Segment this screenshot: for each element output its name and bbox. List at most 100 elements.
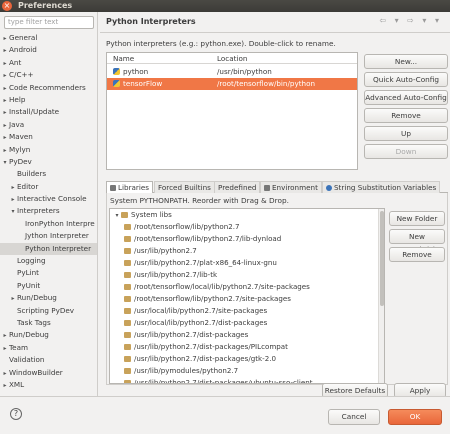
sidebar-item[interactable]: ▸ Interactive Console bbox=[0, 193, 97, 205]
row-name: tensorFlow bbox=[113, 78, 162, 90]
collapsed-twisty-icon[interactable]: ▸ bbox=[9, 293, 17, 304]
collapsed-twisty-icon[interactable]: ▸ bbox=[1, 58, 9, 69]
title-bar: × Preferences bbox=[0, 0, 450, 12]
collapsed-twisty-icon[interactable]: ▸ bbox=[1, 70, 9, 81]
tab-forced-builtins[interactable]: Forced Builtins bbox=[154, 181, 215, 193]
sidebar-item[interactable]: ▸ Maven bbox=[0, 131, 97, 143]
collapsed-twisty-icon[interactable]: ▸ bbox=[1, 145, 9, 156]
down-button[interactable]: Down bbox=[364, 144, 448, 159]
collapsed-twisty-icon[interactable]: ▸ bbox=[1, 368, 9, 379]
folder-icon bbox=[124, 260, 131, 266]
library-path[interactable]: /usr/lib/python2.7 bbox=[110, 245, 384, 257]
navigation-arrows-icon[interactable]: ⇦ ▾ ⇨ ▾ ▾ bbox=[379, 16, 442, 25]
sidebar-item[interactable]: Scripting PyDev bbox=[0, 305, 97, 317]
collapsed-twisty-icon[interactable]: ▸ bbox=[1, 330, 9, 341]
sidebar-item[interactable]: ▾ Interpreters bbox=[0, 205, 97, 217]
collapsed-twisty-icon[interactable]: ▸ bbox=[1, 95, 9, 106]
remove-interpreter-button[interactable]: Remove bbox=[364, 108, 448, 123]
collapsed-twisty-icon[interactable]: ▸ bbox=[1, 107, 9, 118]
table-row[interactable]: python /usr/bin/python bbox=[107, 66, 357, 78]
up-button[interactable]: Up bbox=[364, 126, 448, 141]
sidebar-item[interactable]: ▸ Editor bbox=[0, 181, 97, 193]
collapsed-twisty-icon[interactable]: ▸ bbox=[1, 83, 9, 94]
library-path[interactable]: /usr/local/lib/python2.7/site-packages bbox=[110, 305, 384, 317]
scrollbar-thumb[interactable] bbox=[380, 211, 384, 306]
remove-library-button[interactable]: Remove bbox=[389, 247, 445, 262]
sidebar-item[interactable]: ▸ Install/Update bbox=[0, 106, 97, 118]
sidebar-item[interactable]: ▸ Java bbox=[0, 119, 97, 131]
quick-auto-config-button[interactable]: Quick Auto-Config bbox=[364, 72, 448, 87]
expanded-twisty-icon[interactable]: ▾ bbox=[9, 206, 17, 217]
ok-button[interactable]: OK bbox=[388, 409, 442, 425]
library-path[interactable]: /root/tensorflow/local/lib/python2.7/sit… bbox=[110, 281, 384, 293]
sidebar-item[interactable]: Logging bbox=[0, 255, 97, 267]
library-path[interactable]: /usr/lib/python2.7/plat-x86_64-linux-gnu bbox=[110, 257, 384, 269]
sidebar-item[interactable]: Task Tags bbox=[0, 317, 97, 329]
tab-string-substitution[interactable]: String Substitution Variables bbox=[322, 181, 441, 193]
library-path[interactable]: /root/tensorflow/lib/python2.7/lib-dynlo… bbox=[110, 233, 384, 245]
library-path[interactable]: /usr/lib/python2.7/lib-tk bbox=[110, 269, 384, 281]
collapsed-twisty-icon[interactable]: ▸ bbox=[1, 45, 9, 56]
sidebar-item[interactable]: ▸ Team bbox=[0, 342, 97, 354]
sidebar-item-label: Run/Debug bbox=[9, 330, 49, 340]
sidebar-item-label: Ant bbox=[9, 57, 22, 67]
libraries-tree[interactable]: ▾ System libs/root/tensorflow/lib/python2… bbox=[109, 208, 385, 384]
library-path[interactable]: /usr/local/lib/python2.7/dist-packages bbox=[110, 317, 384, 329]
collapsed-twisty-icon[interactable]: ▸ bbox=[1, 120, 9, 131]
sidebar-item[interactable]: Jython Interpreter bbox=[0, 230, 97, 242]
close-icon[interactable]: × bbox=[2, 1, 12, 11]
collapsed-twisty-icon[interactable]: ▸ bbox=[1, 380, 9, 391]
advanced-auto-config-button[interactable]: Advanced Auto-Config bbox=[364, 90, 448, 105]
expanded-twisty-icon[interactable]: ▾ bbox=[1, 157, 9, 168]
library-path[interactable]: /usr/lib/python2.7/dist-packages/PILcomp… bbox=[110, 341, 384, 353]
preference-page: Python Interpreters ⇦ ▾ ⇨ ▾ ▾ Python int… bbox=[100, 12, 450, 398]
help-icon[interactable]: ? bbox=[10, 408, 22, 420]
sidebar-item[interactable]: ▸ Code Recommenders bbox=[0, 82, 97, 94]
sidebar-item[interactable]: ▾ PyDev bbox=[0, 156, 97, 168]
new-button[interactable]: New... bbox=[364, 54, 448, 69]
sidebar-item[interactable]: ▸ General bbox=[0, 32, 97, 44]
tab-libraries[interactable]: Libraries bbox=[106, 181, 154, 193]
collapsed-twisty-icon[interactable]: ▸ bbox=[1, 343, 9, 354]
sidebar-item[interactable]: Validation bbox=[0, 354, 97, 366]
collapsed-twisty-icon[interactable]: ▸ bbox=[1, 33, 9, 44]
dialog-footer: ? Cancel OK bbox=[0, 396, 450, 434]
library-path[interactable]: /root/tensorflow/lib/python2.7 bbox=[110, 221, 384, 233]
filter-input[interactable]: type filter text bbox=[4, 16, 94, 29]
sidebar-item[interactable]: ▸ Run/Debug bbox=[0, 329, 97, 341]
sidebar-item[interactable]: ▸ Android bbox=[0, 44, 97, 56]
system-libs-node[interactable]: ▾ System libs bbox=[110, 209, 384, 221]
expanded-twisty-icon[interactable]: ▾ bbox=[113, 210, 121, 222]
sidebar-item[interactable]: ▸ Mylyn bbox=[0, 144, 97, 156]
collapsed-twisty-icon[interactable]: ▸ bbox=[9, 182, 17, 193]
library-path[interactable]: /usr/lib/python2.7/dist-packages/gtk-2.0 bbox=[110, 353, 384, 365]
library-path[interactable]: /root/tensorflow/lib/python2.7/site-pack… bbox=[110, 293, 384, 305]
sidebar-item[interactable]: PyUnit bbox=[0, 280, 97, 292]
table-row-selected[interactable]: tensorFlow /root/tensorflow/bin/python bbox=[107, 78, 357, 90]
sidebar-item[interactable]: ▸ Run/Debug bbox=[0, 292, 97, 304]
sidebar-item[interactable]: ▸ C/C++ bbox=[0, 69, 97, 81]
collapsed-twisty-icon[interactable]: ▸ bbox=[1, 132, 9, 143]
sidebar-item[interactable]: ▸ Ant bbox=[0, 57, 97, 69]
sidebar-item[interactable]: ▸ WindowBuilder bbox=[0, 367, 97, 379]
tab-predefined[interactable]: Predefined bbox=[214, 181, 261, 193]
sidebar-item[interactable]: ▸ XML bbox=[0, 379, 97, 391]
new-egg-zip-button[interactable]: New Egg/Zip(s) bbox=[389, 229, 445, 254]
python-icon bbox=[113, 80, 120, 87]
sidebar-item[interactable]: IronPython Interpre bbox=[0, 218, 97, 230]
column-header-location[interactable]: Location bbox=[217, 53, 247, 64]
collapsed-twisty-icon[interactable]: ▸ bbox=[9, 194, 17, 205]
library-path[interactable]: /usr/lib/python2.7/dist-packages bbox=[110, 329, 384, 341]
vertical-scrollbar[interactable] bbox=[378, 209, 384, 383]
sidebar-item-label: Interpreters bbox=[17, 206, 60, 216]
tab-environment[interactable]: Environment bbox=[260, 181, 322, 193]
column-header-name[interactable]: Name bbox=[113, 53, 134, 64]
sidebar-item[interactable]: PyLint bbox=[0, 267, 97, 279]
sidebar-item-label: Mylyn bbox=[9, 144, 31, 154]
sidebar-item[interactable]: ▸ Help bbox=[0, 94, 97, 106]
library-path[interactable]: /usr/lib/pymodules/python2.7 bbox=[110, 365, 384, 377]
sidebar-item[interactable]: Builders bbox=[0, 168, 97, 180]
sidebar-item[interactable]: Python Interpreter bbox=[0, 242, 97, 256]
new-folder-button[interactable]: New Folder bbox=[389, 211, 445, 226]
cancel-button[interactable]: Cancel bbox=[328, 409, 380, 425]
